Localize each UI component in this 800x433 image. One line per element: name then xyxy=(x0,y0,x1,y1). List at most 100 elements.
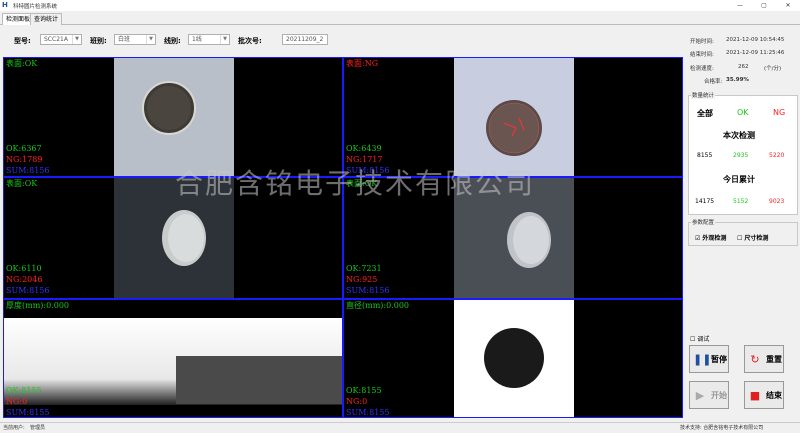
checkbox-unchecked-icon: ☐ xyxy=(737,235,743,242)
line-label: 线别: xyxy=(164,37,181,45)
shift-value: 白班 xyxy=(118,36,131,43)
size-label: 尺寸检测 xyxy=(744,235,769,242)
stats-group-title: 数量统计 xyxy=(691,91,716,99)
camera-view-thickness: 厚度(mm):0.000 OK:8155 NG:0 SUM:8155 xyxy=(3,299,343,418)
start-time-value: 2021-12-09 10:54:45 xyxy=(726,37,785,43)
reset-label: 重置 xyxy=(766,353,782,364)
model-value: SCC21A xyxy=(44,36,68,43)
window-title: 科特圆片检测系统 xyxy=(13,3,58,10)
ng-count: NG:1789 xyxy=(6,155,43,164)
start-button[interactable]: ▶ 开始 xyxy=(689,381,729,409)
pass-rate-value: 35.99% xyxy=(726,77,749,83)
ok-count: OK:6367 xyxy=(6,144,42,153)
ng-count: NG:2046 xyxy=(6,275,43,284)
shift-select[interactable]: 白班 ▼ xyxy=(114,34,156,45)
checkbox-unchecked-icon: ☐ xyxy=(690,336,696,343)
right-panel: 开始时间: 2021-12-09 10:54:45 结束时间: 2021-12-… xyxy=(686,29,800,419)
tab-query-statistics[interactable]: 查询统计 xyxy=(30,13,63,25)
col-ok-header: OK xyxy=(737,108,749,117)
pass-rate-label: 合格率: xyxy=(704,79,723,85)
sum-count: SUM:8156 xyxy=(346,286,390,295)
current-ok-value: 2935 xyxy=(733,152,749,159)
end-time-value: 2021-12-09 11:25:46 xyxy=(726,50,785,56)
pause-button[interactable]: ❚❚ 暂停 xyxy=(689,345,729,373)
ok-count: OK:6439 xyxy=(346,144,382,153)
camera-image xyxy=(114,58,234,176)
pause-label: 暂停 xyxy=(711,353,727,364)
cell-title: 直径(mm):0.000 xyxy=(346,301,410,310)
col-ng-header: NG xyxy=(773,108,786,117)
stats-group: 数量统计 全部 OK NG 本次检测 8155 2935 5220 今日累计 1… xyxy=(688,91,798,215)
tab-bar: 检测面板 查询统计 xyxy=(0,11,800,25)
stop-icon: ■ xyxy=(749,388,761,402)
ng-count: NG:0 xyxy=(346,397,368,406)
chevron-down-icon: ▼ xyxy=(146,35,155,44)
model-select[interactable]: SCC21A ▼ xyxy=(40,34,82,45)
end-button[interactable]: ■ 结束 xyxy=(744,381,784,409)
line-value: 1线 xyxy=(192,36,202,43)
reset-icon: ↻ xyxy=(750,352,760,366)
sum-count: SUM:8156 xyxy=(6,286,50,295)
model-label: 型号: xyxy=(14,37,31,45)
speed-label: 检测速度: xyxy=(690,66,714,72)
sum-count: SUM:8155 xyxy=(346,408,390,417)
size-checkbox[interactable]: ☐ 尺寸检测 xyxy=(737,233,768,242)
line-select[interactable]: 1线 ▼ xyxy=(188,34,230,45)
speed-value: 262 xyxy=(738,64,749,70)
watermark: 合肥含铭电子技术有限公司 xyxy=(175,167,536,200)
sum-count: SUM:8155 xyxy=(6,408,50,417)
end-label: 结束 xyxy=(766,389,782,400)
title-bar: H 科特圆片检测系统 — ▢ ✕ xyxy=(0,0,800,11)
camera-image xyxy=(454,58,574,176)
current-all-value: 8155 xyxy=(697,152,713,159)
debug-label: 调试 xyxy=(697,336,710,343)
camera-image xyxy=(4,318,342,405)
ok-count: OK:8155 xyxy=(346,386,382,395)
today-total-title: 今日累计 xyxy=(723,174,755,184)
batch-input[interactable]: 20211209_2 xyxy=(282,34,328,45)
camera-view-diameter: 直径(mm):0.000 OK:8155 NG:0 SUM:8155 xyxy=(343,299,683,418)
config-group-title: 参数配置 xyxy=(691,218,716,226)
window-controls: — ▢ ✕ xyxy=(728,0,800,11)
batch-label: 批次号: xyxy=(238,37,262,45)
reset-button[interactable]: ↻ 重置 xyxy=(744,345,784,373)
appearance-label: 外观检测 xyxy=(702,235,727,242)
cell-title: 表面:NG xyxy=(346,59,379,68)
ok-count: OK:7231 xyxy=(346,264,382,273)
play-icon: ▶ xyxy=(695,388,705,402)
camera-image xyxy=(454,300,574,417)
ng-count: NG:0 xyxy=(6,397,28,406)
end-time-label: 结束时间: xyxy=(690,52,714,58)
sum-count: SUM:8156 xyxy=(6,166,50,175)
ng-count: NG:925 xyxy=(346,275,378,284)
current-ng-value: 5220 xyxy=(769,152,785,159)
ok-count: OK:6110 xyxy=(6,264,42,273)
shift-label: 班别: xyxy=(90,37,107,45)
camera-view-surface-1: 表面:OK OK:6367 NG:1789 SUM:8156 xyxy=(3,57,343,177)
appearance-checkbox[interactable]: ☑ 外观检测 xyxy=(695,233,726,242)
minimize-icon[interactable]: — xyxy=(728,0,752,11)
col-all-header: 全部 xyxy=(697,109,713,118)
close-icon[interactable]: ✕ xyxy=(776,0,800,11)
cell-title: 厚度(mm):0.000 xyxy=(6,301,70,310)
cell-title: 表面:OK xyxy=(6,59,38,68)
current-detection-title: 本次检测 xyxy=(723,130,755,140)
start-label: 开始 xyxy=(711,389,727,400)
today-all-value: 14175 xyxy=(695,198,715,205)
maximize-icon[interactable]: ▢ xyxy=(752,0,776,11)
speed-unit: (个/分) xyxy=(764,66,782,72)
cell-title: 表面:OK xyxy=(6,179,38,188)
chevron-down-icon: ▼ xyxy=(72,35,81,44)
camera-grid: 表面:OK OK:6367 NG:1789 SUM:8156 表面:NG OK:… xyxy=(3,57,683,418)
ok-count: OK:8155 xyxy=(6,386,42,395)
config-group: 参数配置 ☑ 外观检测 ☐ 尺寸检测 xyxy=(688,218,798,246)
today-ng-value: 9023 xyxy=(769,198,785,205)
camera-view-surface-2: 表面:NG OK:6439 NG:1717 SUM:8156 xyxy=(343,57,683,177)
debug-checkbox[interactable]: ☐ 调试 xyxy=(690,334,709,343)
app-logo-icon: H xyxy=(2,1,8,9)
checkbox-checked-icon: ☑ xyxy=(695,235,701,242)
start-time-label: 开始时间: xyxy=(690,39,714,45)
chevron-down-icon: ▼ xyxy=(220,35,229,44)
status-bar: 当前用户: 管理员 技术支持: 合肥含铭电子技术有限公司 xyxy=(0,422,800,432)
today-ok-value: 5152 xyxy=(733,198,749,205)
